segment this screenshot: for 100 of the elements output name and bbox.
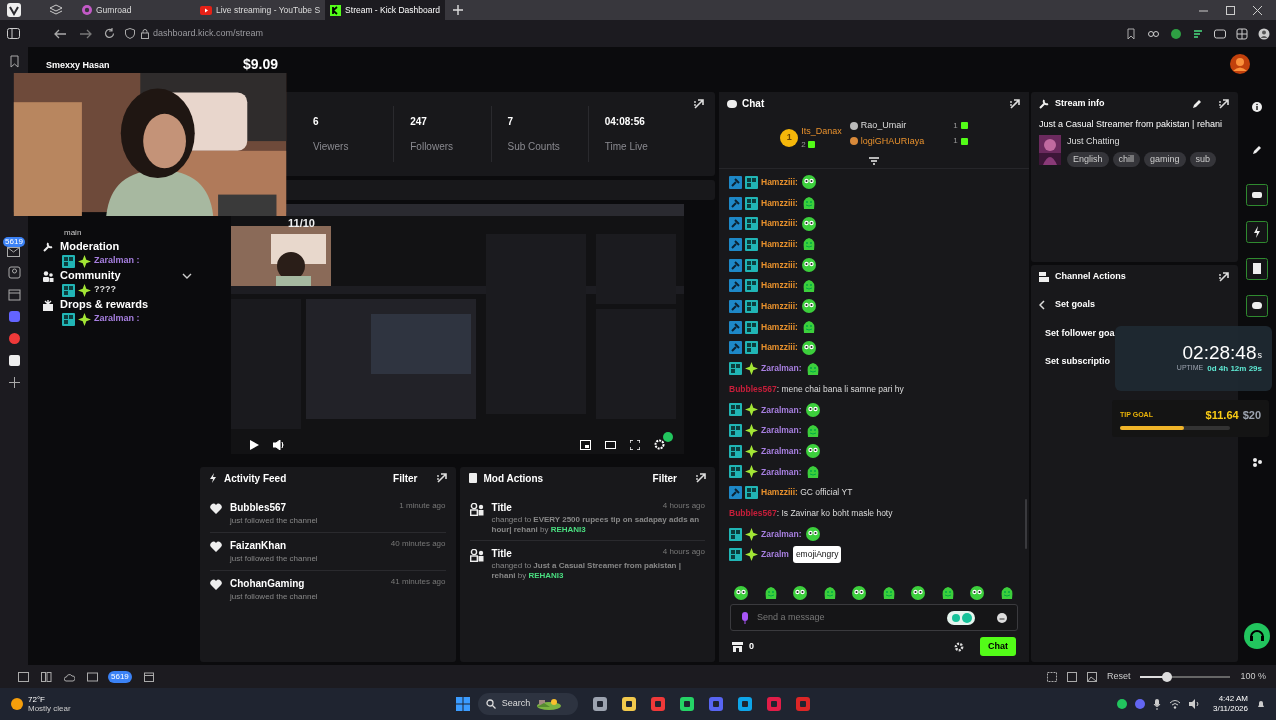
mail-icon[interactable]	[7, 247, 21, 257]
popout-icon[interactable]	[1218, 270, 1230, 283]
assistant-icon[interactable]	[947, 610, 975, 625]
chat-input-bar[interactable]: Send a message	[730, 604, 1018, 631]
emote-icon[interactable]	[792, 585, 809, 601]
send-chat-button[interactable]: Chat	[980, 637, 1016, 656]
emote-icon[interactable]	[969, 585, 986, 601]
panel-title: Stream info	[1055, 96, 1105, 110]
document-button[interactable]	[1246, 258, 1268, 280]
chat-bubble-button[interactable]	[1246, 295, 1268, 317]
nav-item[interactable]: Community	[42, 268, 192, 283]
action-description: changed to Just a Casual Streamer from pakistan | rehani by REHANI3	[491, 561, 682, 581]
tag-chip[interactable]: sub	[1189, 151, 1217, 167]
browser-tab[interactable]: Stream - Kick Dashboard	[325, 0, 446, 20]
mail-icon[interactable]	[87, 671, 98, 682]
add-panel-icon[interactable]	[7, 376, 21, 389]
stack-icon	[1039, 271, 1049, 282]
avatar[interactable]	[1230, 54, 1250, 74]
filter-icon[interactable]	[869, 157, 879, 166]
microphone-icon[interactable]	[741, 611, 749, 624]
bookmark-icon[interactable]	[1126, 27, 1138, 40]
calendar-icon[interactable]	[7, 288, 21, 301]
gift-icon	[42, 298, 54, 311]
settings-icon[interactable]	[954, 641, 964, 652]
extension-icon[interactable]	[1192, 27, 1204, 40]
maximize-icon[interactable]	[1226, 5, 1235, 15]
notification-icon[interactable]	[1256, 699, 1266, 709]
emoji-icon[interactable]	[997, 612, 1007, 623]
support-button[interactable]	[1244, 623, 1270, 649]
popout-icon[interactable]	[693, 98, 705, 110]
extension-icon[interactable]	[1170, 27, 1182, 40]
capture-icon[interactable]	[1046, 671, 1057, 682]
cloud-icon[interactable]	[64, 671, 75, 682]
info-icon[interactable]	[1252, 102, 1262, 112]
menu-item[interactable]: Set subscriptio	[1039, 355, 1110, 369]
calendar-icon[interactable]	[143, 671, 154, 682]
bolt-button[interactable]	[1246, 221, 1268, 243]
theater-icon[interactable]	[605, 439, 616, 450]
panel-title: Chat	[742, 97, 765, 111]
panel-toggle-icon[interactable]	[18, 671, 29, 682]
shield-icon[interactable]	[125, 28, 135, 39]
speaker-icon[interactable]	[1189, 699, 1201, 709]
bookmark-icon[interactable]	[7, 55, 21, 68]
activity-text: just followed the channel	[230, 591, 319, 603]
pip-icon[interactable]	[580, 439, 591, 450]
scrollbar[interactable]	[1025, 499, 1027, 549]
filter-button[interactable]: Filter	[393, 470, 418, 486]
emote-icon[interactable]	[733, 585, 749, 601]
wifi-icon[interactable]	[1169, 699, 1181, 709]
search-field[interactable]: Search	[477, 693, 578, 715]
reset-button[interactable]: Reset	[1106, 669, 1131, 684]
close-icon[interactable]	[1253, 5, 1262, 15]
microphone-icon[interactable]	[1153, 698, 1161, 710]
play-icon[interactable]	[250, 439, 259, 450]
layers-icon[interactable]	[49, 3, 63, 17]
points-count: 0	[749, 639, 754, 653]
chat-username: ????	[94, 283, 116, 297]
popout-icon[interactable]	[1218, 97, 1230, 110]
nav-item[interactable]: Moderation	[42, 239, 192, 254]
back-link[interactable]: Set goals	[1039, 298, 1230, 312]
slider-thumb[interactable]	[1162, 671, 1173, 682]
chat-username: Zaralman:	[761, 465, 802, 479]
stat-label: Viewers	[313, 140, 350, 154]
tag-chip[interactable]: English	[1067, 151, 1109, 167]
extension-icon[interactable]	[1236, 27, 1248, 40]
nav-item[interactable]: Drops & rewards	[42, 297, 192, 312]
image-icon[interactable]	[1086, 671, 1097, 682]
activity-text: just followed the channel	[230, 553, 319, 565]
tag-chip[interactable]: chill	[1112, 151, 1141, 167]
emote-icon	[804, 401, 821, 418]
gift-sub-icon	[807, 141, 815, 149]
contacts-icon[interactable]	[7, 266, 21, 279]
fullscreen-icon[interactable]	[630, 439, 640, 450]
popout-icon[interactable]	[435, 472, 448, 484]
tiling-icon[interactable]	[1066, 671, 1077, 682]
panel-toggle-icon[interactable]	[7, 28, 20, 39]
forward-icon[interactable]	[80, 28, 92, 39]
leader-name: logiGHAURIaya	[860, 134, 925, 148]
emote-icon[interactable]	[910, 585, 927, 601]
url-text[interactable]: dashboard.kick.com/stream	[153, 26, 264, 41]
popout-icon[interactable]	[695, 472, 707, 484]
reload-icon[interactable]	[104, 28, 115, 39]
profile-icon[interactable]	[1258, 27, 1270, 40]
new-tab-icon[interactable]	[453, 5, 464, 15]
store-icon[interactable]	[732, 641, 743, 652]
browser-logo-icon[interactable]	[7, 3, 21, 17]
emote-icon[interactable]	[851, 585, 868, 601]
tag-chip[interactable]: gaming	[1144, 151, 1186, 167]
leader-name: Rao_Umair	[860, 119, 907, 132]
volume-icon[interactable]	[273, 439, 284, 450]
pencil-icon[interactable]	[1252, 145, 1262, 155]
heart-icon	[210, 503, 222, 514]
popout-icon[interactable]	[1009, 97, 1021, 110]
start-icon[interactable]	[455, 697, 470, 711]
message-field[interactable]: Send a message	[757, 610, 939, 625]
tiling-icon[interactable]	[41, 671, 52, 682]
menu-item[interactable]: Set follower goa	[1039, 326, 1115, 340]
pencil-icon[interactable]	[1192, 98, 1202, 109]
filter-button[interactable]: Filter	[652, 470, 677, 486]
back-icon[interactable]	[54, 28, 66, 39]
